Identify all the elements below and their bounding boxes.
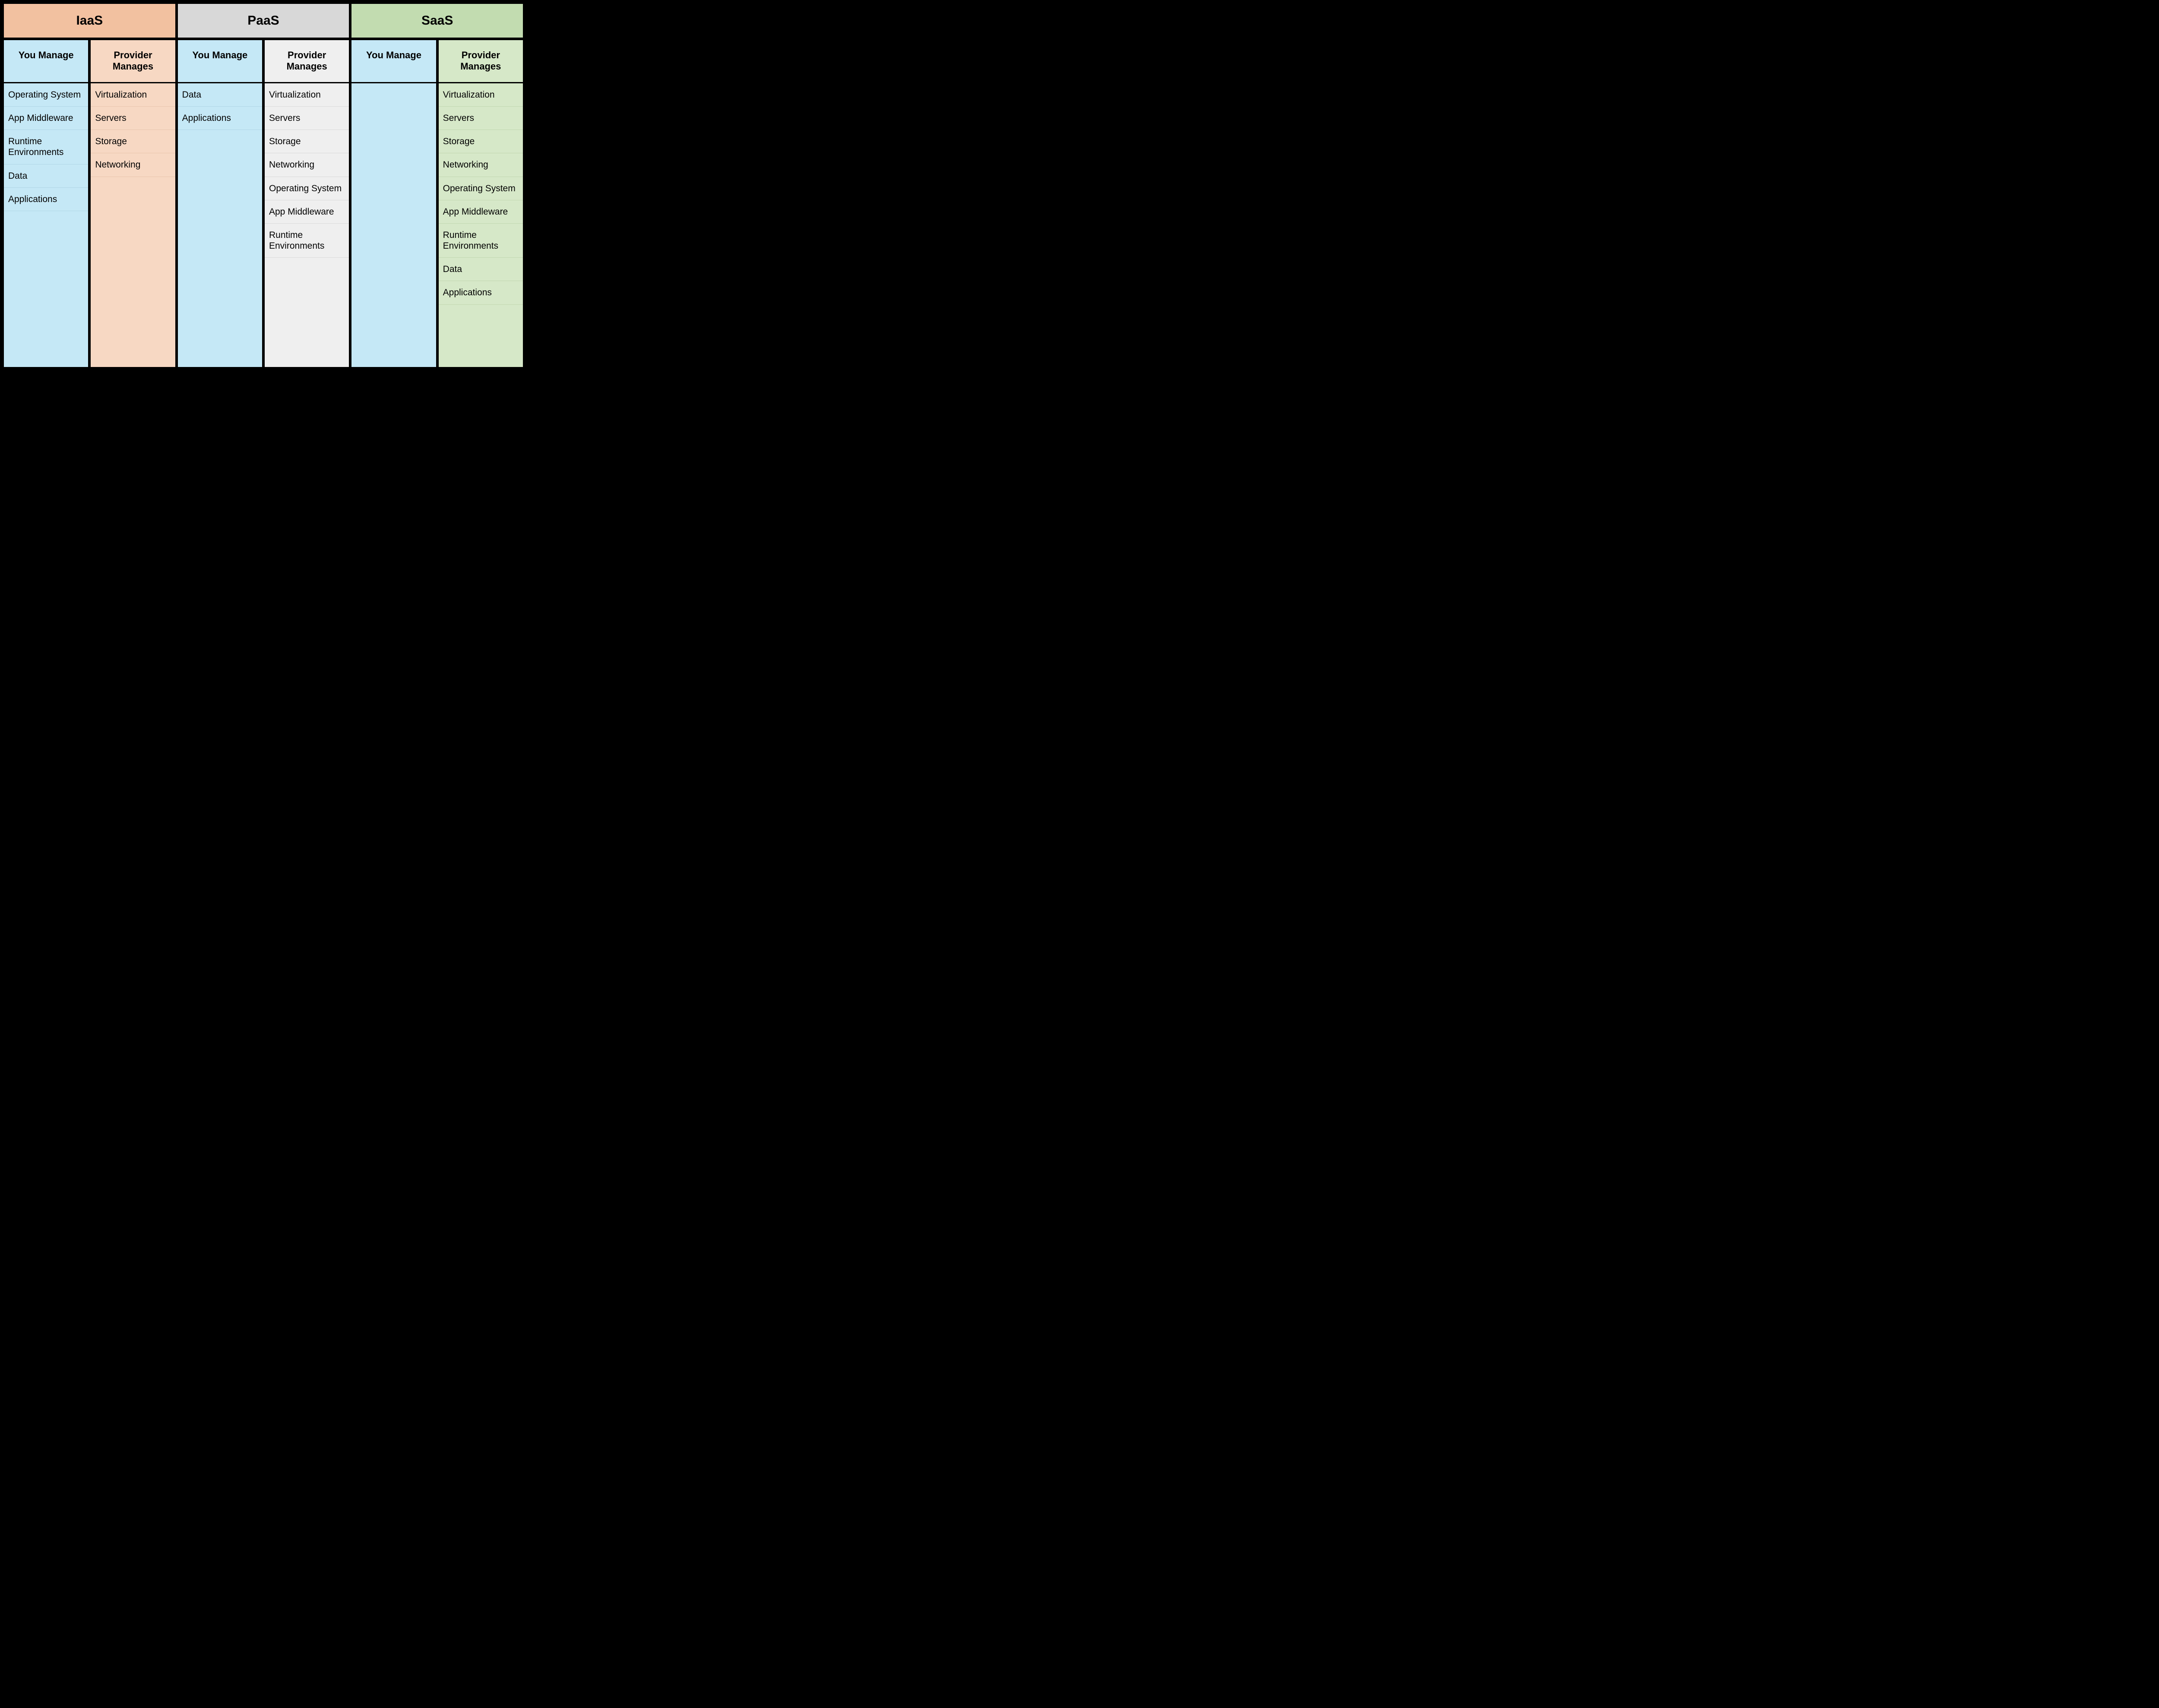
subheader-iaas-provider: Provider Manages: [89, 39, 176, 83]
header-iaas: IaaS: [3, 3, 177, 39]
subheader-saas-provider: Provider Manages: [437, 39, 524, 83]
subheader-paas-provider: Provider Manages: [263, 39, 350, 83]
list-item: Data: [178, 83, 262, 107]
list-item: Storage: [265, 130, 349, 153]
grid: IaaS PaaS SaaS You Manage Provider Manag…: [3, 3, 524, 368]
list-item: Virtualization: [91, 83, 175, 107]
cloud-service-models-diagram: IaaS PaaS SaaS You Manage Provider Manag…: [0, 0, 527, 386]
header-saas: SaaS: [350, 3, 524, 39]
header-paas: PaaS: [177, 3, 351, 39]
list-item: Applications: [178, 107, 262, 130]
list-item: Servers: [439, 107, 523, 130]
col-iaas-provider: VirtualizationServersStorageNetworking: [89, 83, 176, 368]
col-saas-provider: VirtualizationServersStorageNetworkingOp…: [437, 83, 524, 368]
list-item: App Middleware: [265, 200, 349, 224]
list-item: Networking: [265, 153, 349, 177]
list-item: Runtime Environments: [265, 224, 349, 258]
list-item: App Middleware: [439, 200, 523, 224]
list-item: Servers: [91, 107, 175, 130]
subheader-saas-you: You Manage: [350, 39, 437, 83]
list-item: Operating System: [439, 177, 523, 200]
list-item: Operating System: [4, 83, 88, 107]
list-item: Runtime Environments: [439, 224, 523, 258]
list-item: Storage: [439, 130, 523, 153]
list-item: Virtualization: [439, 83, 523, 107]
list-item: Applications: [439, 281, 523, 304]
list-item: App Middleware: [4, 107, 88, 130]
col-paas-provider: VirtualizationServersStorageNetworkingOp…: [263, 83, 350, 368]
list-item: Networking: [91, 153, 175, 177]
list-item: Operating System: [265, 177, 349, 200]
list-item: Storage: [91, 130, 175, 153]
list-item: Data: [4, 164, 88, 188]
subheader-iaas-you: You Manage: [3, 39, 89, 83]
list-item: Virtualization: [265, 83, 349, 107]
col-saas-you: [350, 83, 437, 368]
col-iaas-you: Operating SystemApp MiddlewareRuntime En…: [3, 83, 89, 368]
list-item: Applications: [4, 188, 88, 211]
subheader-paas-you: You Manage: [177, 39, 263, 83]
list-item: Data: [439, 258, 523, 281]
list-item: Runtime Environments: [4, 130, 88, 164]
col-paas-you: DataApplications: [177, 83, 263, 368]
list-item: Networking: [439, 153, 523, 177]
list-item: Servers: [265, 107, 349, 130]
